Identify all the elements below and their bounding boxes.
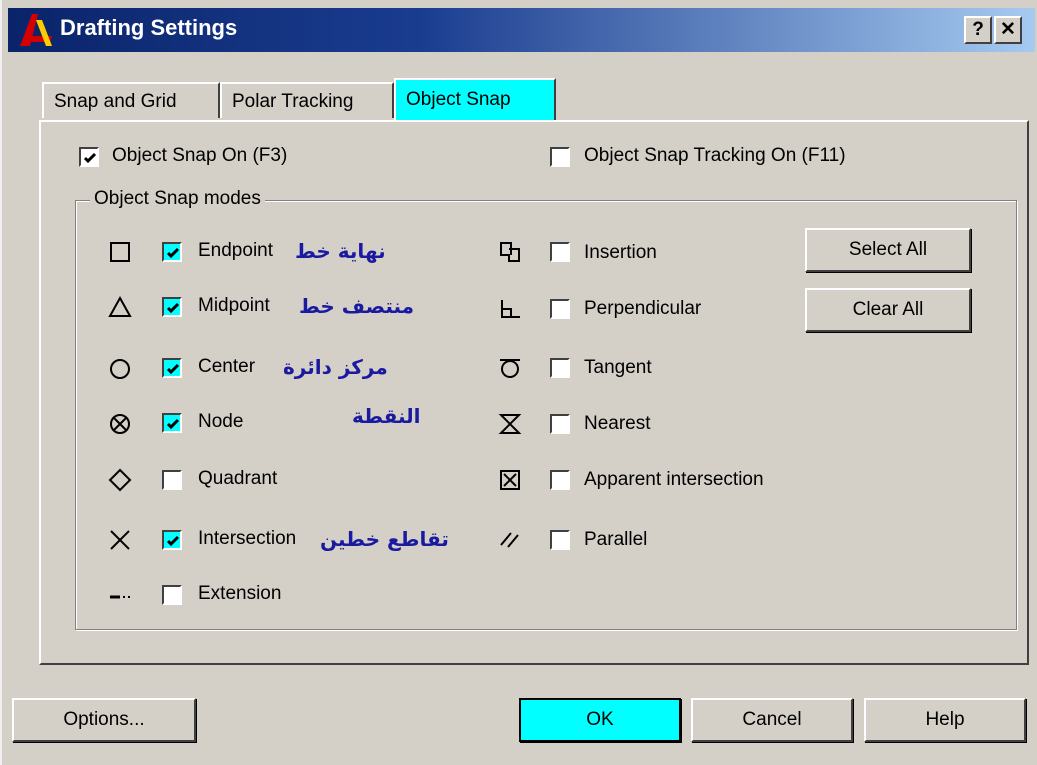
center-arabic-note: مركز دائرة [283,355,388,379]
help-button[interactable]: Help [864,698,1026,742]
center-checkbox[interactable] [162,358,182,378]
nearest-label: Nearest [584,413,651,434]
perpendicular-icon [501,300,520,318]
tab-snap-and-grid[interactable]: Snap and Grid [42,82,220,118]
endpoint-arabic-note: نهاية خط [295,239,386,263]
tab-object-snap[interactable]: Object Snap [394,78,556,122]
tangent-icon [500,359,520,378]
autocad-logo-icon [20,14,52,46]
options-button[interactable]: Options... [12,698,196,742]
center-label: Center [198,356,256,377]
intersection-label: Intersection [198,528,297,549]
nearest-icon [498,414,522,434]
apparent-intersection-icon [500,470,520,490]
apparent-intersection-label: Apparent intersection [584,469,764,490]
insertion-checkbox[interactable] [550,242,570,262]
close-button[interactable]: ✕ [994,16,1022,44]
extension-label: Extension [198,583,282,604]
intersection-checkbox[interactable] [162,530,182,550]
insertion-icon [500,242,520,262]
triangle-icon [108,295,132,317]
object-snap-modes-title: Object Snap modes [90,188,265,210]
extension-icon [110,595,130,599]
tab-polar-tracking[interactable]: Polar Tracking [220,82,394,118]
help-title-button[interactable]: ? [964,16,992,44]
clear-all-button[interactable]: Clear All [805,288,971,332]
node-label: Node [198,411,244,432]
object-snap-tracking-label: Object Snap Tracking On (F11) [584,145,846,166]
parallel-checkbox[interactable] [550,530,570,550]
endpoint-checkbox[interactable] [162,242,182,262]
endpoint-label: Endpoint [198,240,274,261]
extension-checkbox[interactable] [162,585,182,605]
circle-icon [110,359,130,379]
diamond-icon [108,468,132,492]
nearest-checkbox[interactable] [550,414,570,434]
object-snap-on-checkbox[interactable] [79,147,99,167]
node-arabic-note: النقطة [352,404,421,428]
object-snap-on-label: Object Snap On (F3) [112,145,288,166]
quadrant-checkbox[interactable] [162,470,182,490]
node-checkbox[interactable] [162,413,182,433]
insertion-label: Insertion [584,242,657,263]
square-icon [110,242,130,262]
midpoint-arabic-note: منتصف خط [299,294,415,318]
perpendicular-label: Perpendicular [584,298,702,319]
drafting-settings-dialog: Drafting Settings ? ✕ Snap and Grid Pola… [0,0,1037,765]
cancel-button[interactable]: Cancel [691,698,853,742]
select-all-button[interactable]: Select All [805,228,971,272]
x-icon [110,530,130,550]
parallel-icon [500,532,519,548]
window-title: Drafting Settings [60,15,238,40]
parallel-label: Parallel [584,529,648,550]
ok-button[interactable]: OK [519,698,681,742]
tangent-label: Tangent [584,357,652,378]
intersection-arabic-note: تقاطع خطين [320,527,449,551]
quadrant-label: Quadrant [198,468,278,489]
node-icon [110,414,130,434]
tangent-checkbox[interactable] [550,358,570,378]
perpendicular-checkbox[interactable] [550,299,570,319]
midpoint-label: Midpoint [198,295,270,316]
object-snap-tracking-checkbox[interactable] [550,147,570,167]
title-bar[interactable]: Drafting Settings ? ✕ [8,8,1035,52]
apparent-intersection-checkbox[interactable] [550,470,570,490]
midpoint-checkbox[interactable] [162,297,182,317]
